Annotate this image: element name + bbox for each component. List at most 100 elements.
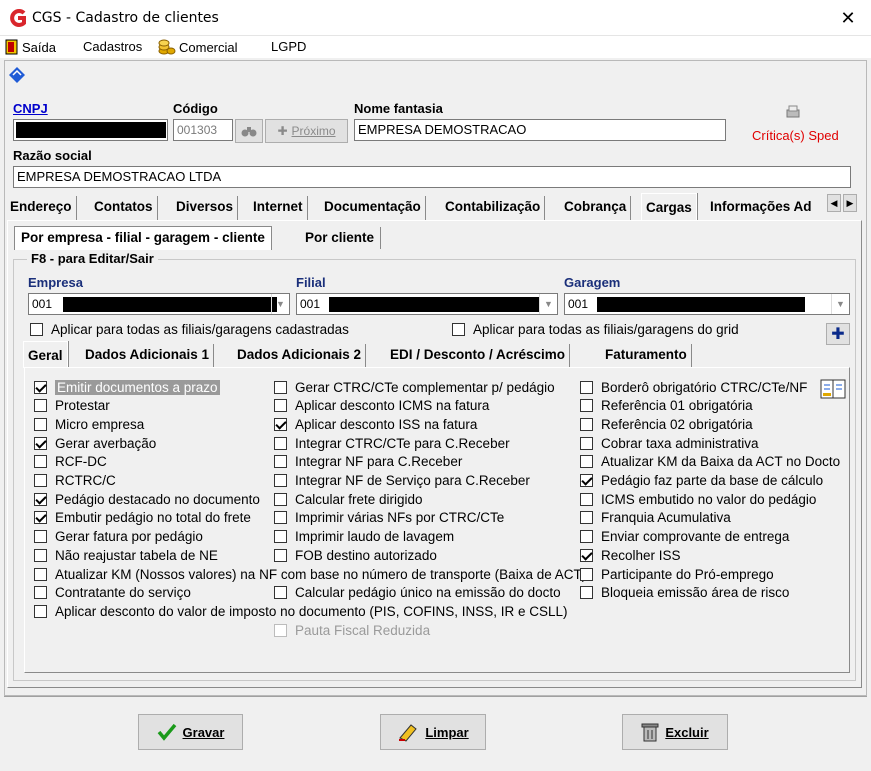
option-checkbox[interactable]: Franquia Acumulativa bbox=[580, 509, 731, 527]
checkbox-unchecked[interactable] bbox=[274, 455, 287, 469]
search-button[interactable] bbox=[235, 119, 263, 143]
option-checkbox[interactable]: RCTRC/C bbox=[34, 472, 116, 490]
checkbox-unchecked[interactable] bbox=[580, 417, 593, 431]
option-checkbox[interactable]: Recolher ISS bbox=[580, 546, 681, 564]
tab-endereco[interactable]: Endereço bbox=[6, 196, 77, 220]
option-checkbox[interactable]: Enviar comprovante de entrega bbox=[580, 528, 789, 546]
checkbox-unchecked[interactable] bbox=[580, 530, 593, 544]
checkbox-unchecked[interactable] bbox=[580, 399, 593, 413]
close-button[interactable]: ✕ bbox=[825, 0, 871, 36]
checkbox-box[interactable] bbox=[452, 322, 465, 336]
menu-comercial[interactable]: Comercial bbox=[158, 39, 238, 55]
checkbox-checked[interactable] bbox=[580, 474, 593, 487]
option-checkbox[interactable]: ICMS embutido no valor do pedágio bbox=[580, 490, 816, 508]
option-checkbox[interactable]: Gerar fatura por pedágio bbox=[34, 528, 203, 546]
checkbox-unchecked[interactable] bbox=[580, 567, 593, 581]
checkbox-unchecked[interactable] bbox=[580, 436, 593, 450]
option-checkbox[interactable]: Integrar NF de Serviço para C.Receber bbox=[274, 472, 530, 490]
option-checkbox[interactable]: Calcular frete dirigido bbox=[274, 490, 423, 508]
subtab-por-empresa[interactable]: Por empresa - filial - garagem - cliente bbox=[14, 226, 272, 250]
tab-documentacao[interactable]: Documentação bbox=[320, 196, 426, 220]
checkbox-unchecked[interactable] bbox=[34, 399, 47, 413]
menu-saida[interactable]: Saída bbox=[5, 39, 56, 55]
checkbox-unchecked[interactable] bbox=[274, 586, 287, 600]
tab-dados-adicionais-2[interactable]: Dados Adicionais 2 bbox=[233, 344, 367, 368]
cnpj-field[interactable] bbox=[13, 119, 168, 141]
option-checkbox[interactable]: Não reajustar tabela de NE bbox=[34, 546, 218, 564]
filial-select[interactable]: 001 ▼ bbox=[296, 293, 558, 315]
tab-dados-adicionais-1[interactable]: Dados Adicionais 1 bbox=[81, 344, 215, 368]
option-checkbox[interactable]: Calcular pedágio único na emissão do doc… bbox=[274, 584, 561, 602]
tab-faturamento[interactable]: Faturamento bbox=[601, 344, 692, 368]
checkbox-unchecked[interactable] bbox=[34, 474, 47, 487]
option-checkbox[interactable]: FOB destino autorizado bbox=[274, 546, 437, 564]
option-checkbox[interactable]: Gerar CTRC/CTe complementar p/ pedágio bbox=[274, 378, 555, 396]
checkbox-checked[interactable] bbox=[274, 417, 287, 431]
checkbox-unchecked[interactable] bbox=[274, 511, 287, 525]
option-checkbox[interactable]: Protestar bbox=[34, 397, 110, 415]
checkbox-unchecked[interactable] bbox=[274, 399, 287, 413]
empresa-select[interactable]: 001 ▼ bbox=[28, 293, 290, 315]
tab-internet[interactable]: Internet bbox=[249, 196, 308, 220]
proximo-button[interactable]: ✚ Próximo bbox=[265, 119, 348, 143]
option-checkbox[interactable]: Pedágio destacado no documento bbox=[34, 490, 260, 508]
checkbox-unchecked[interactable] bbox=[580, 492, 593, 506]
checkbox-unchecked[interactable] bbox=[274, 530, 287, 544]
checkbox-unchecked[interactable] bbox=[580, 380, 593, 394]
tab-geral[interactable]: Geral bbox=[23, 341, 68, 368]
checkbox-unchecked[interactable] bbox=[580, 586, 593, 600]
garagem-select[interactable]: 001 ▼ bbox=[564, 293, 850, 315]
apply-all-checkbox[interactable]: Aplicar para todas as filiais/garagens c… bbox=[30, 320, 349, 338]
checkbox-unchecked[interactable] bbox=[580, 455, 593, 469]
checkbox-unchecked[interactable] bbox=[580, 511, 593, 525]
tabs-scroll-right-button[interactable]: ▶ bbox=[843, 194, 857, 212]
option-checkbox[interactable]: Micro empresa bbox=[34, 415, 144, 433]
subtab-por-cliente[interactable]: Por cliente bbox=[299, 227, 382, 249]
option-checkbox[interactable]: Pedágio faz parte da base de cálculo bbox=[580, 472, 823, 490]
tabs-scroll-left-button[interactable]: ◀ bbox=[827, 194, 841, 212]
checkbox-unchecked[interactable] bbox=[34, 455, 47, 469]
option-checkbox[interactable]: Atualizar KM da Baixa da ACT no Docto bbox=[580, 453, 840, 471]
checkbox-unchecked[interactable] bbox=[34, 417, 47, 431]
option-checkbox[interactable]: Aplicar desconto ISS na fatura bbox=[274, 415, 477, 433]
option-checkbox[interactable]: Aplicar desconto ICMS na fatura bbox=[274, 397, 489, 415]
checkbox-checked[interactable] bbox=[34, 511, 47, 525]
checkbox-unchecked[interactable] bbox=[34, 604, 47, 618]
option-checkbox[interactable]: Atualizar KM (Nossos valores) na NF com … bbox=[34, 565, 586, 583]
tab-contatos[interactable]: Contatos bbox=[90, 196, 158, 220]
menu-lgpd[interactable]: LGPD bbox=[271, 39, 306, 54]
checkbox-unchecked[interactable] bbox=[274, 492, 287, 506]
option-checkbox[interactable]: Cobrar taxa administrativa bbox=[580, 434, 759, 452]
checkbox-unchecked[interactable] bbox=[274, 436, 287, 450]
tab-edi-desconto[interactable]: EDI / Desconto / Acréscimo bbox=[386, 344, 571, 368]
limpar-button[interactable]: Limpar bbox=[380, 714, 486, 750]
checkbox-unchecked[interactable] bbox=[34, 586, 47, 600]
option-checkbox[interactable]: Emitir documentos a prazo bbox=[34, 378, 220, 396]
checkbox-checked[interactable] bbox=[34, 436, 47, 450]
checkbox-unchecked[interactable] bbox=[274, 380, 287, 394]
option-checkbox[interactable]: Participante do Pró-emprego bbox=[580, 565, 774, 583]
critica-sped-link[interactable]: Crítica(s) Sped bbox=[752, 128, 839, 143]
checkbox-unchecked[interactable] bbox=[274, 474, 287, 487]
option-checkbox[interactable]: Imprimir várias NFs por CTRC/CTe bbox=[274, 509, 504, 527]
tab-cobranca[interactable]: Cobrança bbox=[560, 196, 632, 220]
cnpj-label[interactable]: CNPJ bbox=[13, 101, 48, 116]
option-checkbox[interactable]: Integrar NF para C.Receber bbox=[274, 453, 462, 471]
option-checkbox[interactable]: RCF-DC bbox=[34, 453, 107, 471]
checkbox-checked[interactable] bbox=[580, 548, 593, 562]
codigo-field[interactable]: 001303 bbox=[173, 119, 233, 141]
apply-grid-checkbox[interactable]: Aplicar para todas as filiais/garagens d… bbox=[452, 320, 739, 338]
checkbox-box[interactable] bbox=[30, 322, 43, 336]
menu-cadastros[interactable]: Cadastros bbox=[83, 39, 142, 54]
nav-diamond-icon[interactable] bbox=[8, 66, 26, 84]
add-button[interactable]: ✚ bbox=[826, 323, 850, 345]
printer-icon[interactable] bbox=[784, 104, 802, 120]
option-checkbox[interactable]: Aplicar desconto do valor de imposto no … bbox=[34, 602, 567, 620]
option-checkbox[interactable]: Embutir pedágio no total do frete bbox=[34, 509, 251, 527]
tab-contabilizacao[interactable]: Contabilização bbox=[441, 196, 546, 220]
checkbox-checked[interactable] bbox=[34, 492, 47, 506]
option-checkbox[interactable]: Gerar averbação bbox=[34, 434, 156, 452]
tab-cargas[interactable]: Cargas bbox=[641, 193, 697, 220]
option-checkbox[interactable]: Imprimir laudo de lavagem bbox=[274, 528, 454, 546]
checkbox-unchecked[interactable] bbox=[34, 548, 47, 562]
